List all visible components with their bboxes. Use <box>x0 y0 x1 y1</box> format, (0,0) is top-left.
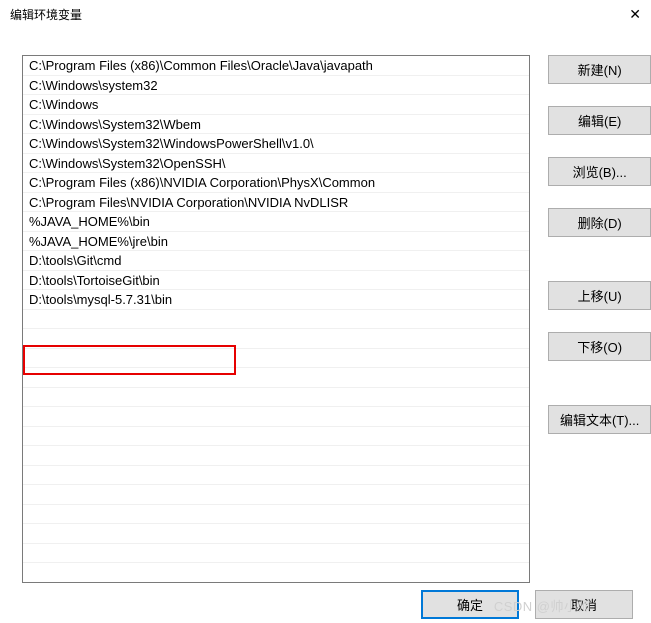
list-item[interactable] <box>23 310 529 330</box>
list-item[interactable] <box>23 388 529 408</box>
browse-button[interactable]: 浏览(B)... <box>548 157 651 186</box>
list-item[interactable] <box>23 407 529 427</box>
list-item[interactable]: C:\Windows\System32\WindowsPowerShell\v1… <box>23 134 529 154</box>
list-item[interactable]: D:\tools\Git\cmd <box>23 251 529 271</box>
list-item[interactable] <box>23 349 529 369</box>
move-down-button[interactable]: 下移(O) <box>548 332 651 361</box>
window-title: 编辑环境变量 <box>10 6 82 23</box>
list-item[interactable]: %JAVA_HOME%\bin <box>23 212 529 232</box>
list-item[interactable] <box>23 524 529 544</box>
new-button[interactable]: 新建(N) <box>548 55 651 84</box>
list-item[interactable]: C:\Windows\System32\OpenSSH\ <box>23 154 529 174</box>
list-item[interactable]: C:\Windows\system32 <box>23 76 529 96</box>
edit-text-button[interactable]: 编辑文本(T)... <box>548 405 651 434</box>
list-item[interactable] <box>23 505 529 525</box>
list-item[interactable] <box>23 368 529 388</box>
list-item[interactable] <box>23 544 529 564</box>
list-item[interactable] <box>23 329 529 349</box>
list-item[interactable]: %JAVA_HOME%\jre\bin <box>23 232 529 252</box>
list-item[interactable]: D:\tools\mysql-5.7.31\bin <box>23 290 529 310</box>
list-item[interactable] <box>23 446 529 466</box>
list-item[interactable]: C:\Windows\System32\Wbem <box>23 115 529 135</box>
ok-button[interactable]: 确定 <box>421 590 519 619</box>
list-item[interactable]: C:\Program Files\NVIDIA Corporation\NVID… <box>23 193 529 213</box>
edit-button[interactable]: 编辑(E) <box>548 106 651 135</box>
delete-button[interactable]: 删除(D) <box>548 208 651 237</box>
list-item[interactable]: D:\tools\TortoiseGit\bin <box>23 271 529 291</box>
list-item[interactable]: C:\Program Files (x86)\Common Files\Orac… <box>23 56 529 76</box>
list-item[interactable]: C:\Program Files (x86)\NVIDIA Corporatio… <box>23 173 529 193</box>
list-item[interactable] <box>23 563 529 583</box>
cancel-button[interactable]: 取消 <box>535 590 633 619</box>
list-item[interactable] <box>23 466 529 486</box>
path-listbox[interactable]: C:\Program Files (x86)\Common Files\Orac… <box>22 55 530 583</box>
move-up-button[interactable]: 上移(U) <box>548 281 651 310</box>
list-item[interactable]: C:\Windows <box>23 95 529 115</box>
close-icon[interactable]: ✕ <box>629 6 641 23</box>
list-item[interactable] <box>23 427 529 447</box>
list-item[interactable] <box>23 485 529 505</box>
